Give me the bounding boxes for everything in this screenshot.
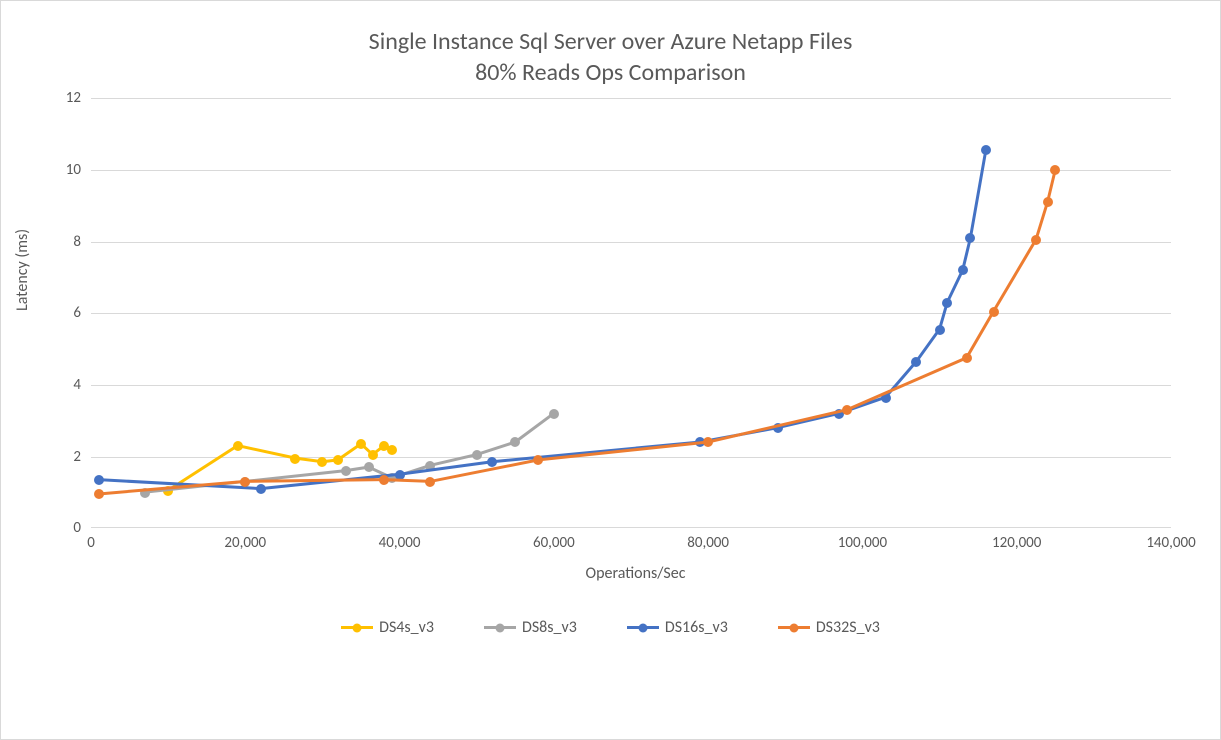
data-point: [1050, 165, 1060, 175]
data-point: [510, 437, 520, 447]
data-point: [935, 325, 945, 335]
data-point: [989, 307, 999, 317]
chart-container: Single Instance Sql Server over Azure Ne…: [0, 0, 1221, 740]
x-tick-label: 40,000: [379, 534, 421, 552]
data-point: [387, 445, 397, 455]
data-point: [94, 475, 104, 485]
data-point: [1043, 197, 1053, 207]
data-point: [379, 475, 389, 485]
x-tick-label: 80,000: [687, 534, 729, 552]
grid-line: [91, 170, 1171, 171]
data-point: [341, 466, 351, 476]
legend-label: DS16s_v3: [665, 618, 728, 637]
data-point: [256, 484, 266, 494]
chart-title-line1: Single Instance Sql Server over Azure Ne…: [369, 27, 853, 56]
legend-marker-icon: [778, 626, 810, 629]
y-tick-label: 10: [66, 161, 91, 179]
legend-item-DS4s_v3: DS4s_v3: [341, 618, 434, 637]
legend-marker-icon: [341, 626, 373, 629]
legend-item-DS8s_v3: DS8s_v3: [484, 618, 577, 637]
data-point: [881, 393, 891, 403]
data-point: [395, 470, 405, 480]
x-axis-title: Operations/Sec: [91, 564, 1180, 583]
data-point: [958, 265, 968, 275]
x-tick-label: 60,000: [533, 534, 575, 552]
y-tick-label: 12: [66, 89, 91, 107]
data-point: [163, 486, 173, 496]
y-tick-label: 6: [73, 304, 91, 322]
data-point: [425, 461, 435, 471]
legend-marker-icon: [627, 626, 659, 629]
grid-line: [91, 313, 1171, 314]
legend-item-DS32S_v3: DS32S_v3: [778, 618, 880, 637]
data-point: [233, 441, 243, 451]
chart-title: Single Instance Sql Server over Azure Ne…: [21, 26, 1200, 88]
data-point: [942, 298, 952, 308]
grid-line: [91, 457, 1171, 458]
data-point: [533, 455, 543, 465]
plot-wrap: 024681012 020,00040,00060,00080,000100,0…: [91, 98, 1180, 583]
data-point: [773, 423, 783, 433]
legend: DS4s_v3 DS8s_v3 DS16s_v3 DS32S_v3: [21, 618, 1200, 637]
y-tick-label: 2: [73, 448, 91, 466]
x-ticks: 020,00040,00060,00080,000100,000120,0001…: [91, 528, 1171, 552]
x-tick-label: 20,000: [224, 534, 266, 552]
grid-line: [91, 385, 1171, 386]
legend-label: DS8s_v3: [522, 618, 577, 637]
data-point: [1031, 235, 1041, 245]
y-tick-label: 8: [73, 233, 91, 251]
legend-item-DS16s_v3: DS16s_v3: [627, 618, 728, 637]
data-point: [965, 233, 975, 243]
data-point: [911, 357, 921, 367]
data-point: [962, 353, 972, 363]
data-point: [290, 454, 300, 464]
data-point: [472, 450, 482, 460]
x-tick-label: 140,000: [1146, 534, 1195, 552]
x-tick-label: 100,000: [838, 534, 887, 552]
grid-line: [91, 242, 1171, 243]
data-point: [356, 439, 366, 449]
data-point: [364, 462, 374, 472]
data-point: [487, 457, 497, 467]
data-point: [368, 450, 378, 460]
data-point: [703, 437, 713, 447]
data-point: [842, 405, 852, 415]
data-point: [549, 409, 559, 419]
y-tick-label: 4: [73, 376, 91, 394]
plot-area: 024681012: [91, 98, 1171, 528]
data-point: [94, 489, 104, 499]
data-point: [333, 455, 343, 465]
y-axis-title: Latency (ms): [13, 229, 32, 311]
data-point: [317, 457, 327, 467]
legend-label: DS32S_v3: [816, 618, 880, 637]
data-point: [240, 477, 250, 487]
data-point: [981, 145, 991, 155]
legend-marker-icon: [484, 626, 516, 629]
x-tick-label: 0: [87, 534, 95, 552]
chart-title-line2: 80% Reads Ops Comparison: [475, 58, 746, 87]
legend-label: DS4s_v3: [379, 618, 434, 637]
grid-line: [91, 98, 1171, 99]
data-point: [140, 488, 150, 498]
x-tick-label: 120,000: [992, 534, 1041, 552]
data-point: [425, 477, 435, 487]
